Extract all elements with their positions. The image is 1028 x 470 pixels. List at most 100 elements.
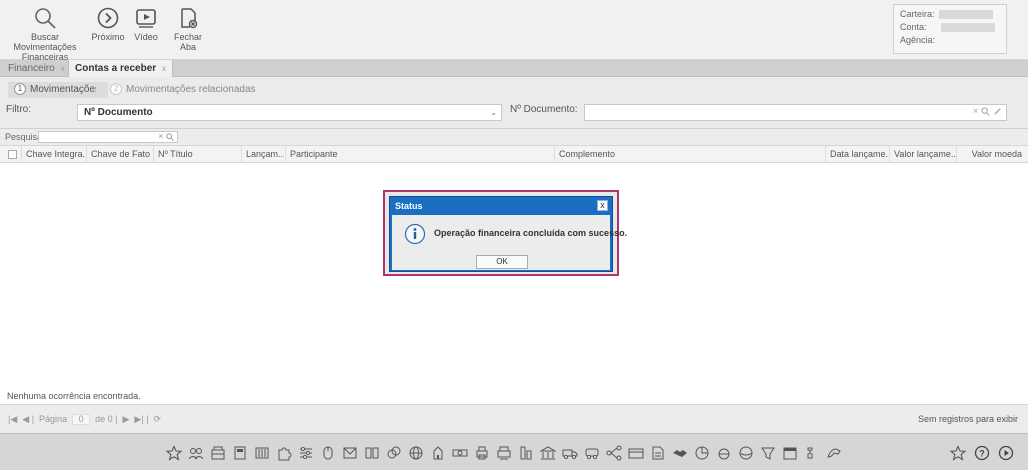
filter-select[interactable]: Nº Documento ⌄ (77, 104, 502, 121)
account-info-box: Carteira: Conta: Agência: (893, 4, 1007, 54)
tab-label: Contas a receber (75, 63, 157, 74)
main-toolbar: Buscar Movimentações Financeiras Próximo… (0, 0, 1028, 62)
building-2-icon[interactable] (515, 443, 537, 463)
column-header[interactable]: Data lançame... (825, 146, 888, 163)
column-header[interactable]: Chave Integra... (21, 146, 85, 163)
module-shortcuts (163, 443, 845, 463)
refresh-icon[interactable]: ⟳ (154, 414, 162, 424)
column-header[interactable]: Participante (285, 146, 553, 163)
carteira-value-redacted (938, 10, 993, 19)
tab-financeiro[interactable]: Financeiro x (2, 60, 71, 77)
tab-contas-a-receber[interactable]: Contas a receber x (68, 60, 174, 77)
dialog-message: Operação financeira concluída com sucess… (434, 228, 628, 238)
step-movimentacoes-relacionadas[interactable]: 2 Movimentações relacionadas (104, 82, 264, 98)
search-icon[interactable] (981, 107, 990, 116)
conta-label: Conta: (900, 22, 927, 32)
select-all-checkbox[interactable] (8, 150, 17, 159)
close-icon[interactable]: x (597, 200, 608, 211)
star-icon[interactable] (163, 443, 185, 463)
filter-icon[interactable] (757, 443, 779, 463)
tags-icon[interactable] (735, 443, 757, 463)
page-label: Página (39, 414, 68, 424)
settings-sliders-icon[interactable] (295, 443, 317, 463)
close-icon[interactable]: x (162, 64, 166, 73)
video-play-icon (136, 9, 156, 28)
dragon-icon[interactable] (823, 443, 845, 463)
barcode-icon[interactable] (251, 443, 273, 463)
column-header[interactable]: Lançam... (241, 146, 284, 163)
document-icon[interactable] (647, 443, 669, 463)
truck-icon[interactable] (559, 443, 581, 463)
mouse-icon[interactable] (317, 443, 339, 463)
conta-value-redacted (940, 23, 995, 32)
grid-status-text: Nenhuma ocorrência encontrada. (7, 391, 141, 401)
svg-text:?: ? (979, 449, 985, 459)
page-input[interactable]: 0 (72, 414, 91, 426)
status-dialog: Status x Operação financeira concluída c… (389, 196, 627, 272)
people-icon[interactable] (185, 443, 207, 463)
printer-2-icon[interactable] (493, 443, 515, 463)
filter-label: Filtro: (6, 104, 31, 115)
document-number-label: Nº Documento: (510, 104, 578, 115)
puzzle-icon[interactable] (273, 443, 295, 463)
money-icon[interactable] (449, 443, 471, 463)
column-header[interactable]: Valor lançame... (889, 146, 955, 163)
column-header[interactable]: Complemento (554, 146, 824, 163)
pencil-icon[interactable] (993, 107, 1002, 116)
puzzle-2-icon[interactable] (801, 443, 823, 463)
step-label: Movimentações (30, 84, 101, 95)
video-button[interactable]: Vídeo (131, 6, 161, 42)
toolbar-label: Fechar Aba (173, 32, 202, 52)
pager-summary: Sem registros para exibir (917, 414, 1018, 424)
column-header[interactable]: Valor moeda (956, 146, 1028, 163)
printer-icon[interactable] (471, 443, 493, 463)
pie-2-icon[interactable] (713, 443, 735, 463)
column-header[interactable]: Chave de Fato (86, 146, 152, 163)
bottom-dock: ? (0, 433, 1028, 470)
first-page-icon[interactable]: |◀ (8, 414, 17, 424)
next-circle-icon (97, 7, 119, 29)
step-label: Movimentações relacionadas (126, 84, 256, 95)
column-header[interactable]: Nº Título (153, 146, 240, 163)
favorite-add-icon[interactable] (946, 443, 970, 463)
close-tab-icon (181, 8, 198, 29)
document-number-input[interactable]: × (584, 104, 1007, 121)
pager-controls: |◀ ◀ | Página 0 de 0 | ▶ ▶| | ⟳ (8, 414, 162, 426)
wizard-steps: 1 Movimentações 2 Movimentações relacionad… (0, 77, 1028, 101)
globe-icon[interactable] (405, 443, 427, 463)
bus-icon[interactable] (581, 443, 603, 463)
coins-icon[interactable] (383, 443, 405, 463)
step-movimentacoes[interactable]: 1 Movimentações (8, 82, 109, 98)
calendar-icon[interactable] (779, 443, 801, 463)
card-icon[interactable] (625, 443, 647, 463)
connections-icon[interactable] (603, 443, 625, 463)
help-icon[interactable]: ? (970, 443, 994, 463)
prev-page-icon[interactable]: ◀ (22, 414, 29, 424)
calculator-icon[interactable] (229, 443, 251, 463)
close-tab-button[interactable]: Fechar Aba (166, 6, 210, 52)
step-number: 1 (14, 83, 26, 96)
filter-selected-value: Nº Documento (84, 107, 153, 118)
clear-icon[interactable]: × (158, 131, 163, 141)
envelope-icon[interactable] (339, 443, 361, 463)
last-page-icon[interactable]: ▶| (134, 414, 143, 424)
bank-icon[interactable] (537, 443, 559, 463)
cash-register-icon[interactable] (207, 443, 229, 463)
book-icon[interactable] (361, 443, 383, 463)
search-icon[interactable] (166, 132, 174, 141)
close-icon[interactable]: x (61, 64, 65, 73)
next-page-icon[interactable]: ▶ (122, 414, 129, 424)
play-circle-icon[interactable] (994, 443, 1018, 463)
clear-icon[interactable]: × (973, 106, 979, 117)
handshake-icon[interactable] (669, 443, 691, 463)
next-button[interactable]: Próximo (90, 6, 126, 42)
dialog-body: Operação financeira concluída com sucess… (392, 215, 627, 270)
pie-icon[interactable] (691, 443, 713, 463)
building-icon[interactable] (427, 443, 449, 463)
pager: |◀ ◀ | Página 0 de 0 | ▶ ▶| | ⟳ Sem regi… (0, 404, 1028, 432)
search-financial-movements-button[interactable]: Buscar Movimentações Financeiras (4, 6, 86, 62)
grid-header: Chave Integra... Chave de Fato Nº Título… (0, 146, 1028, 163)
ok-button[interactable]: OK (476, 255, 528, 269)
carteira-label: Carteira: (900, 9, 935, 19)
grid-search-input[interactable]: × (38, 131, 178, 143)
